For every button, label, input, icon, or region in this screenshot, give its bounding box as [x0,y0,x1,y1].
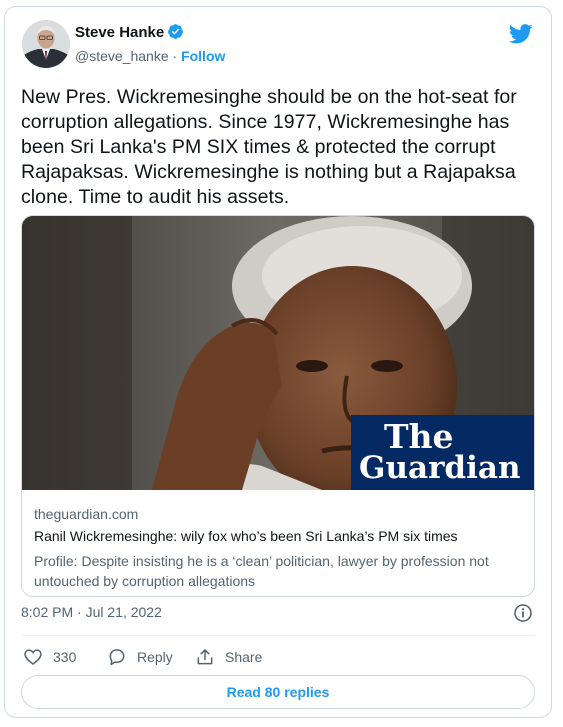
info-icon[interactable] [513,603,533,623]
tweet-timestamp[interactable]: 8:02 PM · Jul 21, 2022 [21,604,162,620]
share-icon [197,649,213,665]
link-title: Ranil Wickremesinghe: wily fox who’s bee… [34,528,458,544]
follow-button[interactable]: Follow [181,48,225,64]
divider [21,635,535,636]
guardian-logo: The Guardian [351,415,534,490]
share-button[interactable]: Share [195,645,262,669]
avatar[interactable] [22,20,70,68]
link-preview-card[interactable]: The Guardian theguardian.com Ranil Wickr… [21,215,535,597]
separator-dot: · [172,48,178,64]
read-replies-button[interactable]: Read 80 replies [21,675,535,709]
twitter-bird-icon[interactable] [509,23,533,45]
tweet-text: New Pres. Wickremesinghe should be on th… [21,86,517,208]
author-name-text[interactable]: Steve Hanke [75,24,164,41]
share-label: Share [225,649,263,665]
reply-bubble-icon [109,649,125,666]
reply-label: Reply [137,649,173,665]
author-handle-row: @steve_hanke · Follow [75,48,225,64]
author-name[interactable]: Steve Hanke [75,23,184,41]
logo-line-2: Guardian [359,450,521,486]
verified-badge-icon [168,24,184,39]
link-domain: theguardian.com [34,506,139,522]
like-count: 330 [53,649,77,665]
heart-icon [24,649,42,666]
reply-button[interactable]: Reply [107,645,173,669]
author-handle[interactable]: @steve_hanke [75,48,169,64]
tweet-embed-card: Steve Hanke @steve_hanke · Follow New Pr… [4,6,552,718]
link-description: Profile: Despite insisting he is a ‘clea… [34,553,489,589]
like-button[interactable]: 330 [23,645,76,669]
